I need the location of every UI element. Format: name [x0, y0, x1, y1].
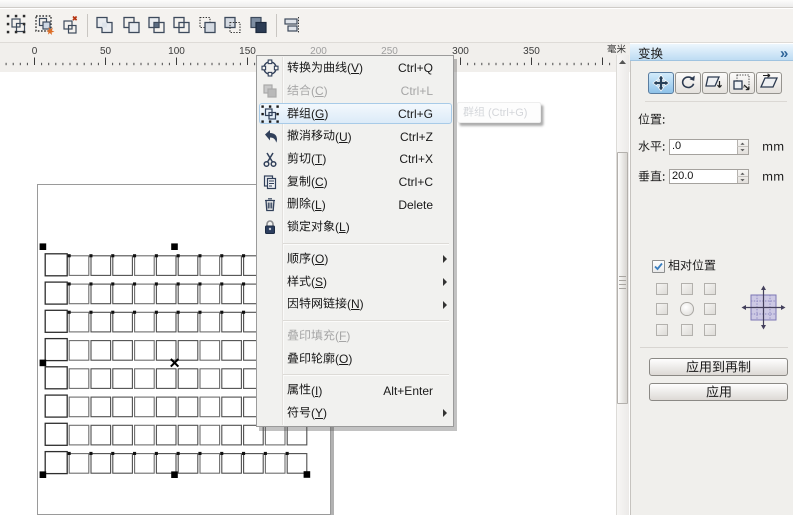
svg-text:150: 150 — [239, 46, 256, 57]
svg-text:50: 50 — [100, 46, 112, 57]
svg-text:0: 0 — [32, 46, 38, 57]
svg-text:350: 350 — [523, 46, 540, 57]
svg-text:100: 100 — [168, 46, 185, 57]
svg-text:300: 300 — [452, 46, 469, 57]
